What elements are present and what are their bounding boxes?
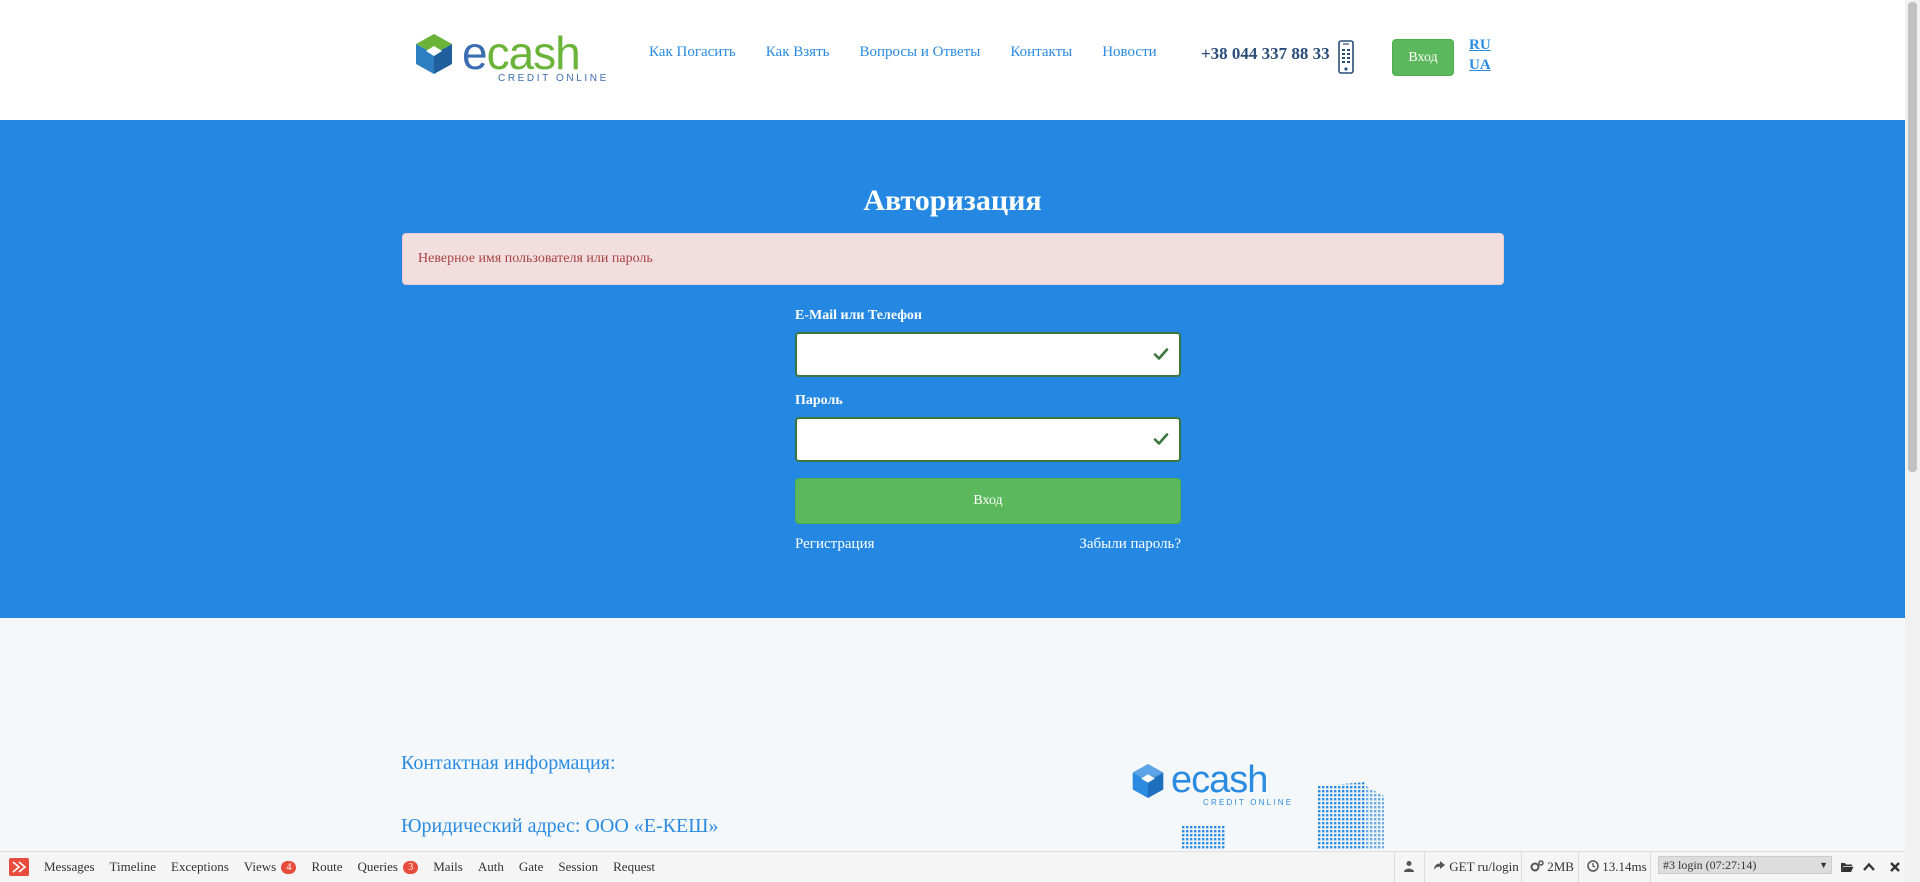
- dropdown-arrow-icon: ▼: [1819, 860, 1828, 870]
- lang-ua-link[interactable]: UA: [1469, 57, 1491, 74]
- password-input[interactable]: [795, 417, 1181, 462]
- debug-route-item[interactable]: GET ru/login: [1424, 852, 1519, 882]
- clock-icon: [1587, 860, 1599, 872]
- debug-tab-exceptions[interactable]: Exceptions: [171, 859, 229, 875]
- debug-tab-messages[interactable]: Messages: [44, 859, 95, 875]
- debug-user-item[interactable]: [1394, 852, 1424, 882]
- logo-tagline: CREDIT ONLINE: [498, 73, 609, 84]
- login-label: E-Mail или Телефон: [795, 308, 922, 323]
- main-nav: Как Погасить Как Взять Вопросы и Ответы …: [649, 44, 1157, 61]
- debug-tabs: Messages Timeline Exceptions Views 4 Rou…: [44, 852, 655, 882]
- check-icon: [1153, 433, 1169, 445]
- debug-tab-request[interactable]: Request: [613, 859, 655, 875]
- debug-tab-session[interactable]: Session: [558, 859, 598, 875]
- building-illustration: [1318, 782, 1384, 850]
- lang-ru-link[interactable]: RU: [1469, 37, 1491, 54]
- debug-tab-auth[interactable]: Auth: [478, 859, 504, 875]
- share-arrow-icon: [1434, 861, 1445, 870]
- form-links: Регистрация Забыли пароль?: [795, 536, 1181, 556]
- debug-bar: Messages Timeline Exceptions Views 4 Rou…: [0, 851, 1905, 882]
- debug-tab-views[interactable]: Views 4: [244, 859, 297, 875]
- page-title: Авторизация: [863, 184, 1042, 217]
- laravel-logo-icon[interactable]: [8, 857, 30, 877]
- logo-wordmark: ecash: [462, 27, 581, 79]
- logo-tagline: CREDIT ONLINE: [1203, 798, 1294, 807]
- debug-time-item[interactable]: 13.14ms: [1578, 852, 1647, 882]
- logo-wordmark: ecash: [1171, 759, 1268, 801]
- login-field-wrap: [795, 332, 1181, 377]
- scrollbar-thumb[interactable]: [1908, 2, 1917, 472]
- login-input[interactable]: [795, 332, 1181, 377]
- footer-logo: ecash CREDIT ONLINE: [1131, 758, 1291, 808]
- nav-how-to-take[interactable]: Как Взять: [766, 44, 830, 61]
- building-illustration: [1182, 826, 1226, 850]
- queries-count-badge: 3: [403, 861, 419, 874]
- legal-address: Юридический адрес: ООО «Е-КЕШ»: [401, 815, 719, 837]
- debug-tab-gate[interactable]: Gate: [519, 859, 544, 875]
- password-label: Пароль: [795, 393, 843, 408]
- register-link[interactable]: Регистрация: [795, 536, 875, 553]
- error-alert: Неверное имя пользователя или пароль: [402, 233, 1504, 285]
- close-icon[interactable]: [1888, 860, 1902, 874]
- debug-tab-mails[interactable]: Mails: [433, 859, 463, 875]
- nav-news[interactable]: Новости: [1102, 44, 1156, 61]
- debug-memory-item[interactable]: 2MB: [1521, 852, 1574, 882]
- ecash-logo[interactable]: ecash CREDIT ONLINE: [414, 26, 606, 86]
- page-scrollbar[interactable]: [1905, 0, 1920, 882]
- auth-section: Авторизация Неверное имя пользователя ил…: [0, 120, 1905, 618]
- debug-tab-route[interactable]: Route: [311, 859, 342, 875]
- chevron-up-icon[interactable]: [1862, 860, 1876, 874]
- site-header: ecash CREDIT ONLINE Как Погасить Как Взя…: [0, 0, 1905, 120]
- check-icon: [1153, 348, 1169, 360]
- debug-tab-timeline[interactable]: Timeline: [110, 859, 156, 875]
- user-icon: [1404, 861, 1414, 872]
- cube-logo-icon: [416, 34, 452, 74]
- cogs-icon: [1530, 860, 1544, 872]
- phone-number[interactable]: +38 044 337 88 33: [1201, 44, 1330, 64]
- views-count-badge: 4: [281, 861, 297, 874]
- nav-faq[interactable]: Вопросы и Ответы: [859, 44, 980, 61]
- forgot-password-link[interactable]: Забыли пароль?: [1079, 536, 1181, 553]
- header-login-button[interactable]: Вход: [1392, 39, 1454, 76]
- nav-how-to-repay[interactable]: Как Погасить: [649, 44, 736, 61]
- login-form: E-Mail или Телефон Пароль Вход Регистрац…: [795, 308, 1181, 556]
- nav-contacts[interactable]: Контакты: [1010, 44, 1072, 61]
- cube-logo-icon: [1132, 764, 1164, 798]
- contact-info-heading: Контактная информация:: [401, 752, 616, 774]
- submit-login-button[interactable]: Вход: [795, 478, 1181, 524]
- password-field-wrap: [795, 417, 1181, 462]
- folder-open-icon[interactable]: [1840, 860, 1854, 874]
- debug-tab-queries[interactable]: Queries 3: [358, 859, 419, 875]
- debug-request-select[interactable]: #3 login (07:27:14) ▼: [1658, 856, 1832, 874]
- smartphone-icon: [1338, 40, 1354, 74]
